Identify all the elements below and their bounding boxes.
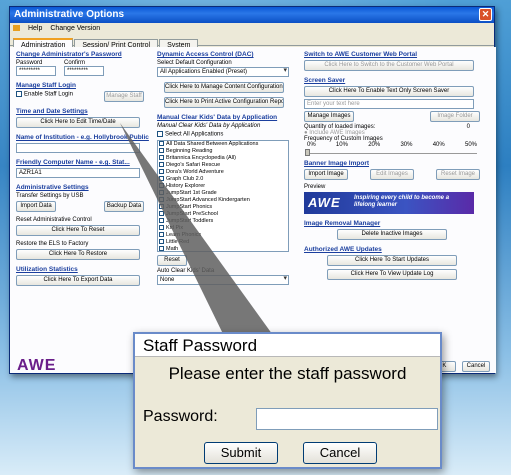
callout-shape [120, 123, 275, 338]
staff-password-dialog: Staff Password Please enter the staff pa… [133, 332, 442, 469]
dialog-cancel-button[interactable]: Cancel [303, 442, 377, 464]
staff-password-input[interactable] [256, 408, 438, 430]
dialog-message: Please enter the staff password [168, 364, 407, 383]
dialog-title: Staff Password [135, 334, 440, 357]
submit-button[interactable]: Submit [204, 442, 278, 464]
dialog-password-label: Password: [143, 408, 218, 425]
